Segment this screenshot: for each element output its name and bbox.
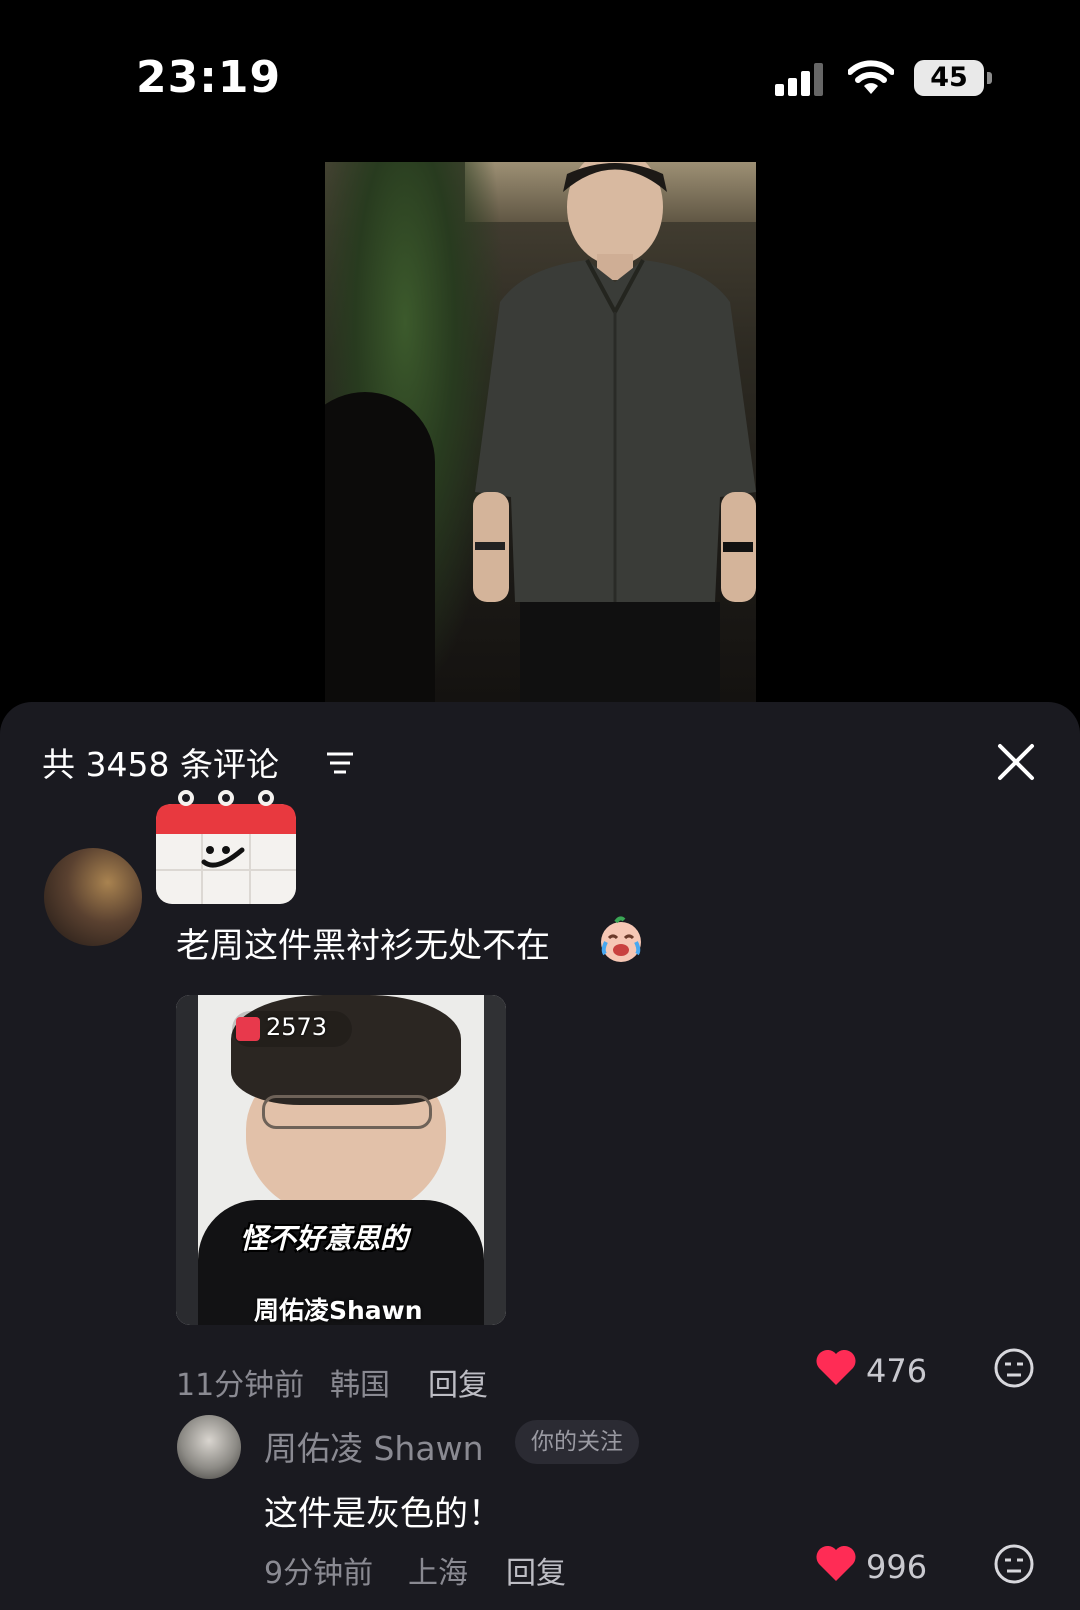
- unamused-face-icon[interactable]: [993, 1543, 1035, 1585]
- gift-count: 2573: [266, 1013, 328, 1041]
- cellular-signal-icon: [775, 62, 827, 96]
- reply-location: 上海: [408, 1556, 468, 1591]
- close-icon[interactable]: [996, 742, 1036, 782]
- commenter-avatar[interactable]: [44, 848, 142, 946]
- wifi-icon: [848, 60, 894, 94]
- clock: 23:19: [136, 52, 282, 103]
- reply-button[interactable]: 回复: [506, 1548, 566, 1592]
- comment-media-thumbnail[interactable]: 2573 怪不好意思的 周佑凌Shawn: [176, 995, 506, 1325]
- like-count: 476: [866, 1352, 928, 1390]
- thumbnail-edge: [176, 995, 198, 1325]
- crying-laugh-emoji-icon: [601, 916, 641, 962]
- gift-counter: 2573: [232, 1011, 352, 1047]
- reply-time: 9分钟前: [264, 1556, 374, 1591]
- sort-filter-icon[interactable]: [325, 750, 355, 776]
- comment-location: 韩国: [330, 1368, 390, 1403]
- thumbnail-edge: [484, 995, 506, 1325]
- like-count: 996: [866, 1548, 928, 1586]
- heart-icon[interactable]: [815, 1348, 857, 1386]
- thumbnail-glasses: [262, 1095, 432, 1129]
- man-in-shirt-figure: [473, 162, 756, 702]
- reply-avatar[interactable]: [177, 1415, 241, 1479]
- reply-button[interactable]: 回复: [428, 1360, 488, 1404]
- comment-time: 11分钟前: [176, 1368, 305, 1403]
- thumbnail-author: 周佑凌Shawn: [254, 1296, 423, 1325]
- video-preview[interactable]: [325, 162, 756, 702]
- following-badge: 你的关注: [515, 1420, 639, 1464]
- heart-icon[interactable]: [815, 1544, 857, 1582]
- calendar-sticker: [156, 790, 296, 904]
- unamused-face-icon[interactable]: [993, 1347, 1035, 1389]
- battery-tip: [987, 72, 992, 84]
- reply-username[interactable]: 周佑凌 Shawn: [264, 1422, 483, 1470]
- thumbnail-caption: 怪不好意思的: [240, 1222, 409, 1255]
- comment-text: 老周这件黑衬衫无处不在: [176, 926, 550, 966]
- gift-icon: [236, 1017, 260, 1041]
- status-bar: 23:19 45: [0, 0, 1080, 150]
- reply-text: 这件是灰色的！: [264, 1494, 502, 1534]
- comment-count-title: 共 3458 条评论: [42, 745, 279, 784]
- battery-indicator: 45: [914, 60, 984, 96]
